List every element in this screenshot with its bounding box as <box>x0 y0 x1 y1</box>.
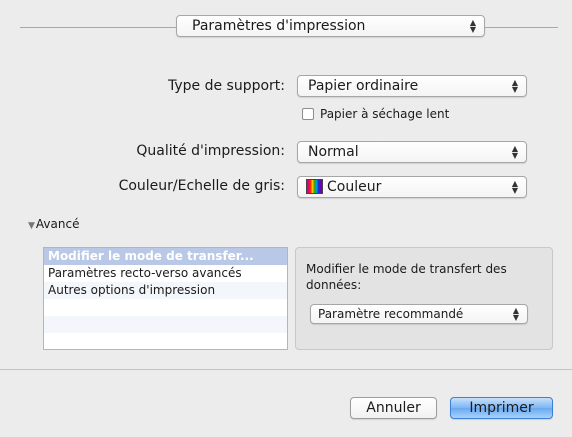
chevron-updown-icon: ▲ ▼ <box>511 78 519 94</box>
list-item[interactable]: Autres options d'impression <box>44 282 287 299</box>
footer-separator <box>0 369 572 370</box>
list-row-empty <box>44 333 287 349</box>
disclosure-triangle-icon[interactable]: ▼ <box>28 221 35 231</box>
print-quality-label: Qualité d'impression: <box>136 143 285 159</box>
section-popup-value: Paramètres d'impression <box>192 18 366 34</box>
chevron-updown-icon: ▲ ▼ <box>511 179 519 195</box>
list-item[interactable]: Paramètres recto-verso avancés <box>44 265 287 282</box>
slow-dry-label: Papier à séchage lent <box>320 107 450 121</box>
color-grayscale-popup[interactable]: Couleur ▲ ▼ <box>297 176 527 198</box>
print-quality-value: Normal <box>308 144 359 160</box>
transfer-mode-popup[interactable]: Paramètre recommandé ▲ ▼ <box>310 304 528 324</box>
media-type-popup[interactable]: Papier ordinaire ▲ ▼ <box>297 75 527 97</box>
advanced-detail-panel: Modifier le mode de transfert des donnée… <box>295 247 553 350</box>
color-swatch-icon <box>306 179 323 194</box>
advanced-options-list[interactable]: Modifier le mode de transfer... Paramètr… <box>43 247 288 350</box>
list-item[interactable]: Modifier le mode de transfer... <box>44 248 287 265</box>
section-popup[interactable]: Paramètres d'impression ▲ ▼ <box>176 15 485 37</box>
cancel-button[interactable]: Annuler <box>350 397 437 419</box>
print-button[interactable]: Imprimer <box>450 397 553 419</box>
chevron-updown-icon: ▲ ▼ <box>512 306 520 322</box>
transfer-mode-label: Modifier le mode de transfert des donnée… <box>306 262 507 292</box>
media-type-label: Type de support: <box>167 78 285 94</box>
color-grayscale-value: Couleur <box>327 179 382 195</box>
chevron-updown-icon: ▲ ▼ <box>469 18 477 34</box>
media-type-value: Papier ordinaire <box>308 78 419 94</box>
chevron-updown-icon: ▲ ▼ <box>511 144 519 160</box>
slow-dry-checkbox[interactable]: Papier à séchage lent <box>302 105 449 123</box>
list-row-empty <box>44 299 287 316</box>
advanced-label: Avancé <box>35 217 80 231</box>
checkbox-icon[interactable] <box>302 108 314 120</box>
color-grayscale-label: Couleur/Echelle de gris: <box>118 178 285 194</box>
print-quality-popup[interactable]: Normal ▲ ▼ <box>297 141 527 163</box>
transfer-mode-value: Paramètre recommandé <box>318 307 464 321</box>
advanced-disclosure[interactable]: ▼Avancé <box>28 216 79 234</box>
list-row-empty <box>44 316 287 333</box>
